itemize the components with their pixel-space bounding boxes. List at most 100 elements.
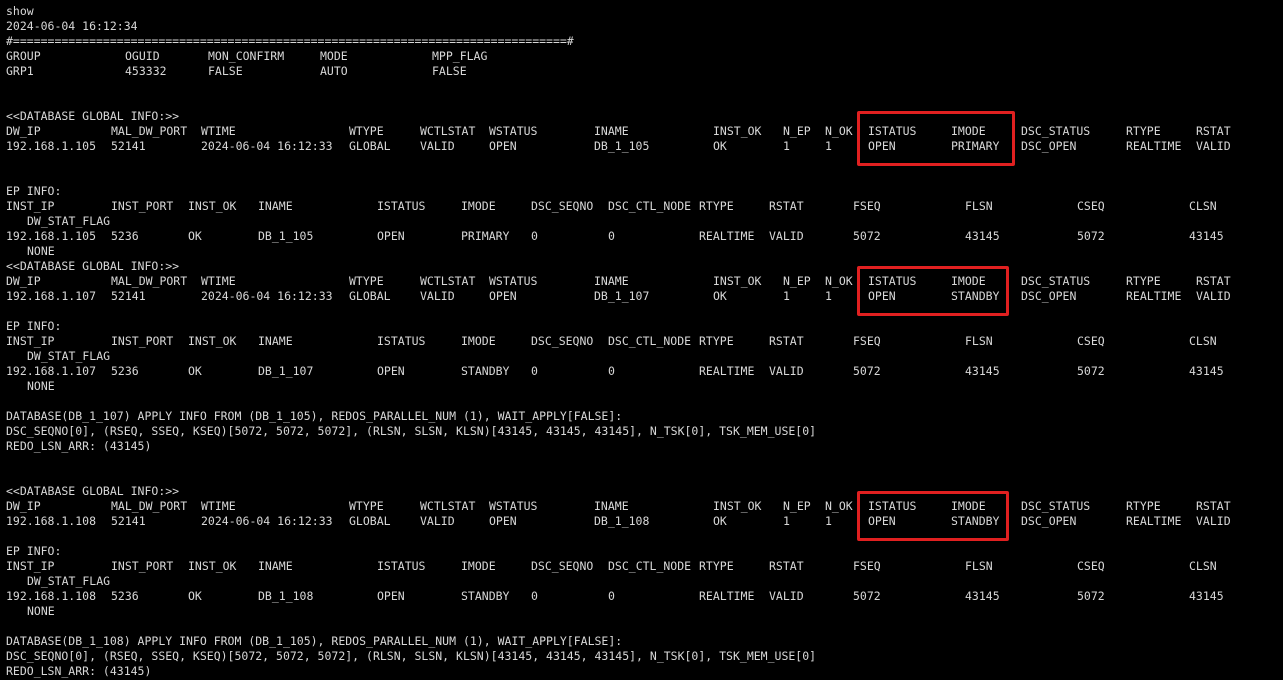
ep-header-cell: ISTATUS — [377, 334, 426, 348]
ep-data-cell: 43145 — [1189, 364, 1224, 378]
global-data-cell: 1 — [825, 289, 832, 303]
ep-header-cell: DSC_SEQNO — [531, 199, 594, 213]
ep-info-title: EP INFO: — [6, 319, 62, 333]
ep-header-cell: RSTAT — [769, 199, 804, 213]
global-header-cell: DW_IP — [6, 124, 41, 138]
global-data-cell: 192.168.1.108 — [6, 514, 97, 528]
ep-header-cell: DSC_SEQNO — [531, 334, 594, 348]
ep-header-cell: RTYPE — [699, 559, 734, 573]
ep-header-cell: DSC_CTL_NODE — [608, 334, 692, 348]
group-value-cell: FALSE — [432, 64, 467, 78]
ep-header-cell: CLSN — [1189, 334, 1217, 348]
ep-header-cell: INAME — [258, 559, 293, 573]
ep-header-wrap: DW_STAT_FLAG — [27, 574, 111, 588]
ep-header-cell: FLSN — [965, 199, 993, 213]
ep-data-cell: STANDBY — [461, 589, 510, 603]
ep-header-cell: INAME — [258, 199, 293, 213]
ep-data-cell: REALTIME — [699, 364, 755, 378]
ep-header-cell: CLSN — [1189, 559, 1217, 573]
global-header-cell: N_OK — [825, 274, 853, 288]
global-header-cell: WCTLSTAT — [420, 124, 476, 138]
ep-header-cell: FLSN — [965, 334, 993, 348]
global-data-cell: REALTIME — [1126, 289, 1182, 303]
ep-header-cell: RTYPE — [699, 334, 734, 348]
ep-data-cell: 5072 — [853, 364, 881, 378]
highlight-box — [857, 491, 1009, 541]
highlight-box — [857, 266, 1009, 316]
ep-data-cell: PRIMARY — [461, 229, 510, 243]
separator-line: #=======================================… — [6, 34, 574, 48]
ep-data-cell: 43145 — [1189, 229, 1224, 243]
global-header-cell: INST_OK — [713, 274, 762, 288]
ep-data-cell: 192.168.1.108 — [6, 589, 97, 603]
ep-header-cell: INST_IP — [6, 559, 55, 573]
global-header-cell: INST_OK — [713, 499, 762, 513]
timestamp-line: 2024-06-04 16:12:34 — [6, 19, 138, 33]
global-header-cell: WTYPE — [349, 499, 384, 513]
ep-header-cell: INST_PORT — [111, 559, 174, 573]
global-data-cell: OPEN — [489, 289, 517, 303]
ep-header-cell: CSEQ — [1077, 334, 1105, 348]
global-data-cell: DB_1_107 — [594, 289, 650, 303]
global-data-cell: GLOBAL — [349, 139, 391, 153]
database-section: <<DATABASE GLOBAL INFO:>> DW_IP MAL_DW_PO… — [0, 259, 1283, 459]
global-header-row: DW_IP MAL_DW_PORT WTIME WTYPE WCTLSTAT WSTATU… — [0, 274, 1283, 289]
ep-data-cell: 192.168.1.107 — [6, 364, 97, 378]
command-line: show — [6, 4, 34, 18]
global-header-cell: INAME — [594, 124, 629, 138]
ep-header-row: INST_IP INST_PORT INST_OK INAME ISTATUS IMODE… — [0, 334, 1283, 349]
group-header-cell: OGUID — [125, 49, 160, 63]
ep-header-cell: INST_OK — [188, 334, 237, 348]
global-data-cell: VALID — [420, 289, 455, 303]
ep-data-cell: DB_1_108 — [258, 589, 314, 603]
ep-data-cell: VALID — [769, 589, 804, 603]
group-value-row: GRP1 453332 FALSE AUTO FALSE — [0, 64, 467, 79]
global-info-title: <<DATABASE GLOBAL INFO:>> — [6, 259, 180, 273]
terminal-window[interactable]: show 2024-06-04 16:12:34 #==============… — [0, 0, 1283, 680]
global-data-cell: GLOBAL — [349, 289, 391, 303]
global-data-cell: GLOBAL — [349, 514, 391, 528]
global-header-cell: INAME — [594, 499, 629, 513]
ep-data-row: 192.168.1.105 5236 OK DB_1_105 OPEN PRIMARY 0 0… — [0, 229, 1283, 244]
global-header-cell: MAL_DW_PORT — [111, 499, 188, 513]
global-header-cell: WSTATUS — [489, 499, 538, 513]
ep-data-row: 192.168.1.108 5236 OK DB_1_108 OPEN STANDBY 0 0… — [0, 589, 1283, 604]
global-data-cell: 52141 — [111, 139, 146, 153]
global-data-cell: 2024-06-04 16:12:33 — [201, 139, 333, 153]
global-data-cell: VALID — [1196, 139, 1231, 153]
database-section: <<DATABASE GLOBAL INFO:>> DW_IP MAL_DW_PO… — [0, 109, 1283, 259]
ep-data-row: 192.168.1.107 5236 OK DB_1_107 OPEN STANDBY 0 0… — [0, 364, 1283, 379]
apply-info-line: REDO_LSN_ARR: (43145) — [6, 439, 152, 453]
global-header-row: DW_IP MAL_DW_PORT WTIME WTYPE WCTLSTAT WSTATU… — [0, 124, 1283, 139]
ep-flag-value: NONE — [27, 379, 55, 393]
global-header-cell: WSTATUS — [489, 124, 538, 138]
global-data-cell: 1 — [783, 289, 790, 303]
global-data-cell: 1 — [825, 139, 832, 153]
global-header-cell: RTYPE — [1126, 499, 1161, 513]
ep-header-cell: INST_IP — [6, 334, 55, 348]
global-header-cell: DW_IP — [6, 499, 41, 513]
global-header-cell: MAL_DW_PORT — [111, 124, 188, 138]
global-header-cell: WCTLSTAT — [420, 274, 476, 288]
global-header-cell: DSC_STATUS — [1021, 124, 1091, 138]
global-data-cell: OK — [713, 289, 727, 303]
global-data-cell: OPEN — [489, 514, 517, 528]
apply-info-line: DATABASE(DB_1_108) APPLY INFO FROM (DB_1… — [6, 634, 623, 648]
global-header-cell: WTIME — [201, 274, 236, 288]
ep-header-cell: FSEQ — [853, 199, 881, 213]
global-data-cell: DB_1_108 — [594, 514, 650, 528]
global-header-cell: N_OK — [825, 124, 853, 138]
ep-header-row: INST_IP INST_PORT INST_OK INAME ISTATUS IMODE… — [0, 199, 1283, 214]
global-header-cell: N_EP — [783, 499, 811, 513]
ep-header-cell: IMODE — [461, 199, 496, 213]
ep-data-cell: 5072 — [853, 589, 881, 603]
group-header-cell: GROUP — [6, 49, 41, 63]
global-data-cell: DB_1_105 — [594, 139, 650, 153]
global-header-cell: N_EP — [783, 274, 811, 288]
ep-data-cell: 0 — [531, 589, 538, 603]
global-data-cell: 1 — [783, 514, 790, 528]
group-header-cell: MODE — [320, 49, 348, 63]
ep-header-cell: INST_IP — [6, 199, 55, 213]
database-section: <<DATABASE GLOBAL INFO:>> DW_IP MAL_DW_PO… — [0, 484, 1283, 680]
ep-header-cell: ISTATUS — [377, 559, 426, 573]
